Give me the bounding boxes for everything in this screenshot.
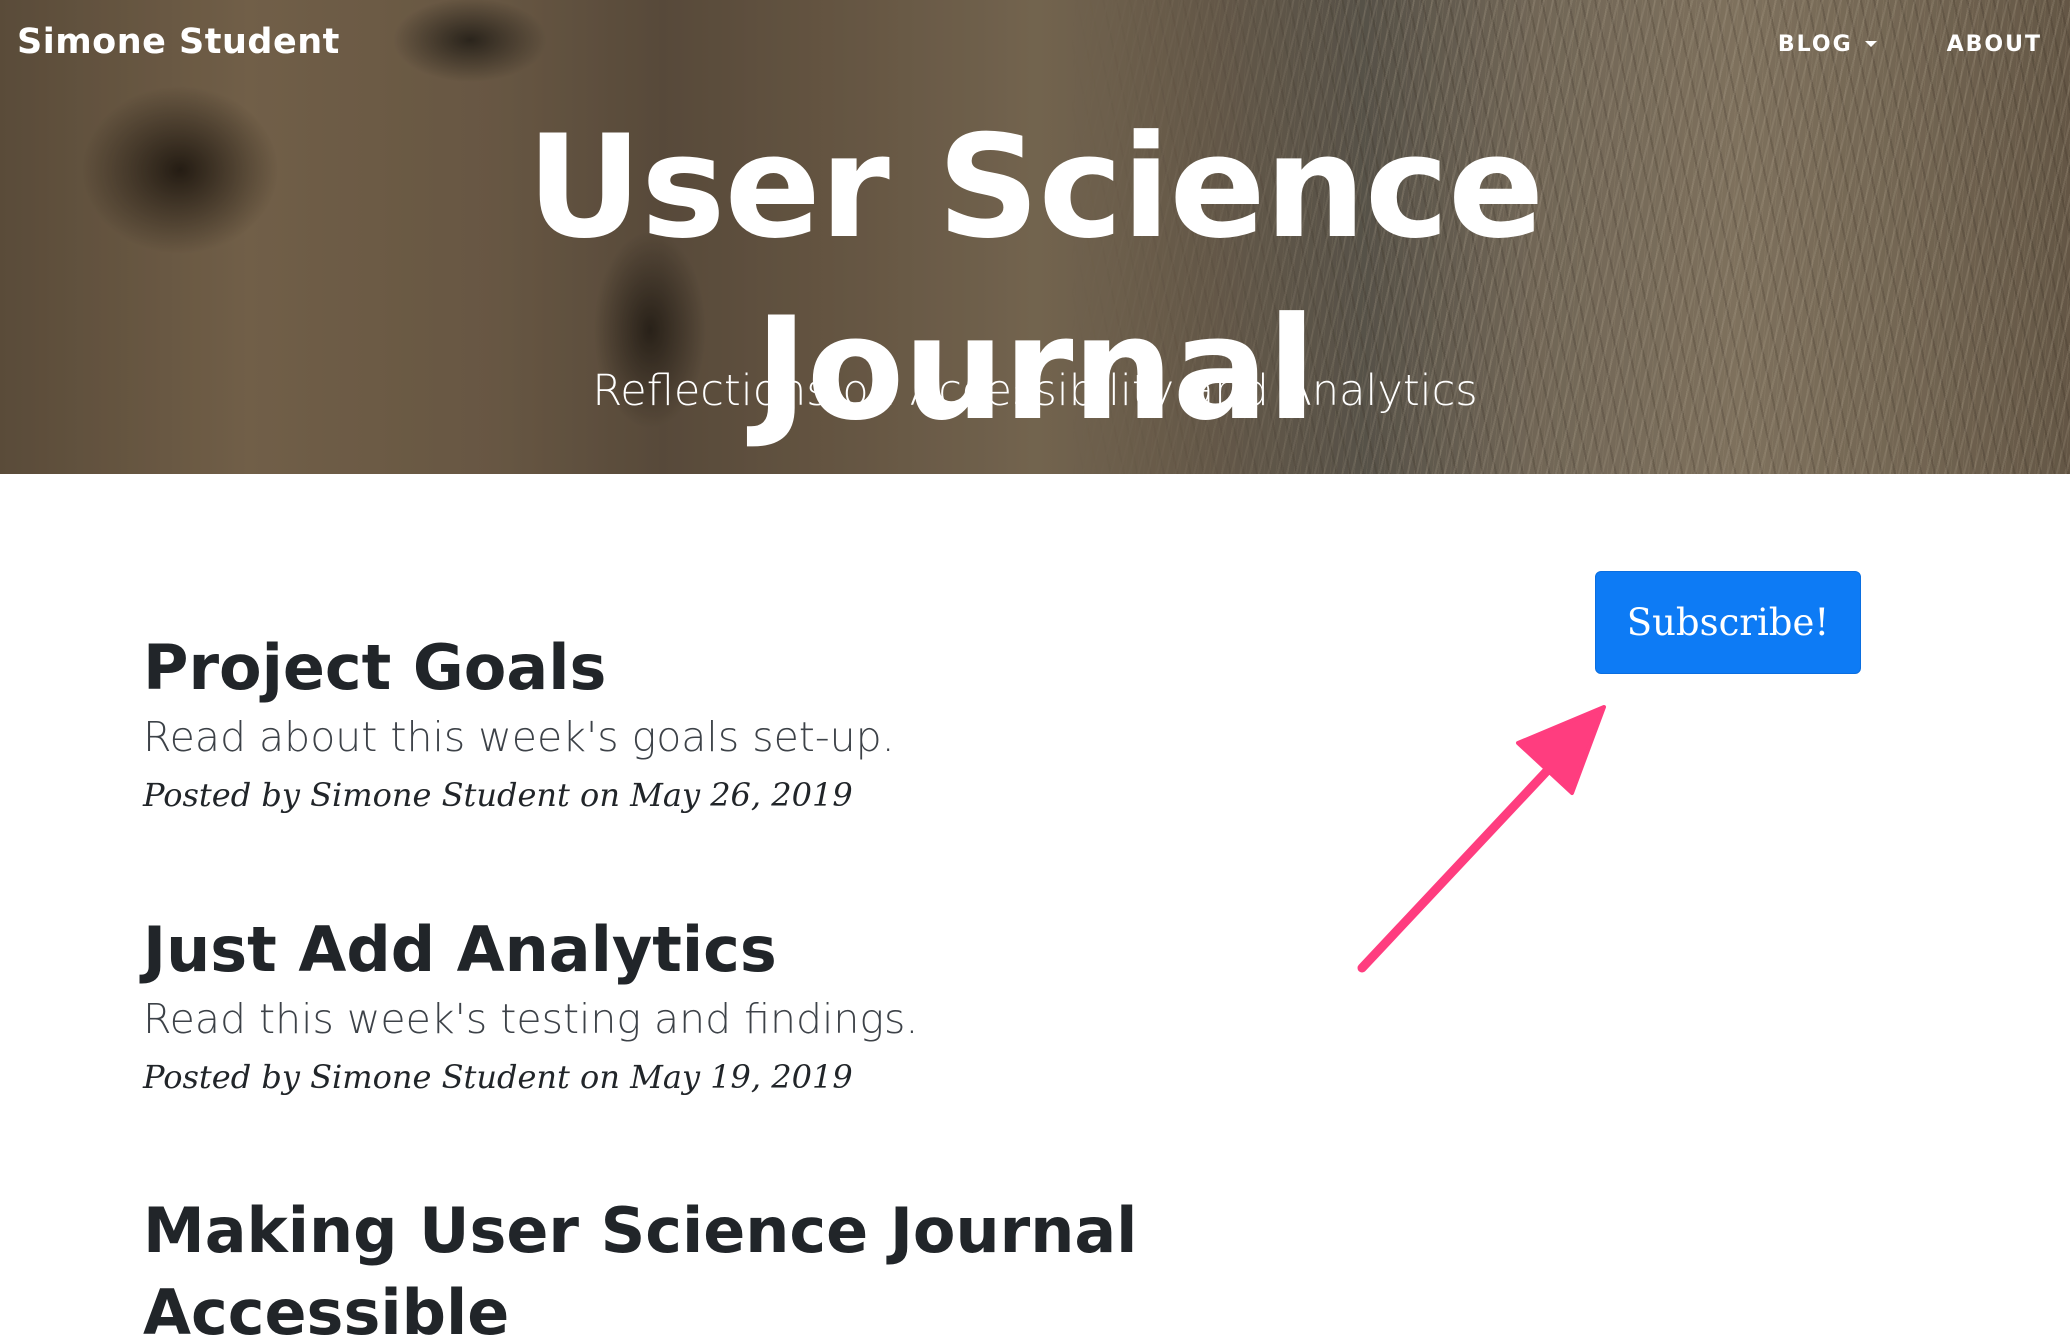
nav-blog-dropdown[interactable]: BLOG xyxy=(1778,32,1877,57)
chevron-down-icon xyxy=(1864,40,1877,47)
site-title-line-1: User Science xyxy=(526,105,1545,271)
navbar-brand-link[interactable]: Simone Student xyxy=(17,22,340,62)
masthead: Simone Student BLOG ABOUT User Science J… xyxy=(0,0,2070,474)
post-preview: Just Add Analytics Read this week's test… xyxy=(143,910,918,1096)
nav-blog-label: BLOG xyxy=(1777,32,1853,57)
post-subtitle: Read about this week's goals set-up. xyxy=(143,713,895,761)
pointer-arrow-icon xyxy=(1357,705,1606,973)
post-title-link[interactable]: Making User Science Journal Accessible xyxy=(143,1190,1343,1344)
post-preview: Project Goals Read about this week's goa… xyxy=(143,628,895,814)
post-title-link[interactable]: Project Goals xyxy=(143,628,895,708)
post-preview: Making User Science Journal Accessible xyxy=(143,1190,1343,1344)
post-title-line-2: Accessible xyxy=(143,1276,510,1344)
post-title-link[interactable]: Just Add Analytics xyxy=(143,910,918,990)
post-subtitle: Read this week's testing and findings. xyxy=(143,995,919,1043)
site-subtitle: Reflections on Accessibility and Analyti… xyxy=(592,366,1478,416)
nav-about-link[interactable]: ABOUT xyxy=(1947,32,2042,57)
post-title-line-1: Making User Science Journal xyxy=(143,1194,1138,1267)
post-meta: Posted by Simone Student on May 26, 2019 xyxy=(143,776,853,814)
main-nav: BLOG ABOUT xyxy=(1778,32,2042,57)
subscribe-button[interactable]: Subscribe! xyxy=(1595,571,1861,674)
nav-about-label: ABOUT xyxy=(1946,32,2042,57)
post-meta: Posted by Simone Student on May 19, 2019 xyxy=(143,1058,853,1096)
